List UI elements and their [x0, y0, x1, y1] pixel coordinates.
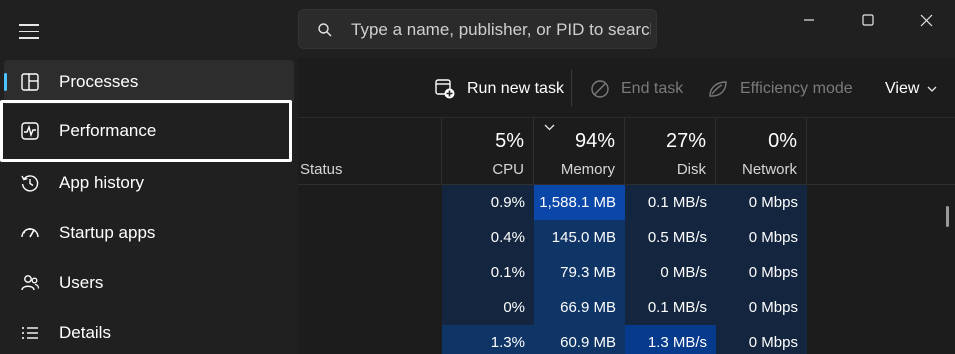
column-network-label: Network — [741, 161, 797, 178]
sidebar-item-label: Users — [59, 273, 104, 292]
cpu-cell: 0.1% — [442, 255, 534, 290]
close-icon — [920, 14, 932, 26]
end-task-label: End task — [621, 80, 684, 97]
disk-cell: 0.5 MB/s — [625, 220, 716, 255]
network-cell: 0 Mbps — [716, 290, 807, 325]
users-icon — [21, 275, 40, 291]
chevron-down-icon — [927, 86, 937, 92]
sidebar-item-label: Processes — [59, 72, 139, 91]
run-new-task-label: Run new task — [467, 80, 564, 97]
active-indicator — [4, 73, 7, 91]
table-row[interactable]: 0.4% 145.0 MB 0.5 MB/s 0 Mbps — [298, 220, 955, 255]
startup-apps-icon — [21, 228, 39, 238]
disk-total-percent: 27% — [665, 130, 706, 152]
memory-cell: 66.9 MB — [534, 290, 625, 325]
sidebar-item-users[interactable]: Users — [4, 261, 294, 305]
efficiency-mode-button[interactable]: Efficiency mode — [707, 75, 853, 103]
processes-panel: Run new task End task Efficiency mode Vi… — [298, 58, 955, 354]
table-row[interactable]: 0% 66.9 MB 0.1 MB/s 0 Mbps — [298, 290, 955, 325]
column-header-cpu[interactable]: 5% CPU — [442, 118, 534, 184]
column-memory-label: Memory — [560, 161, 615, 178]
view-label: View — [885, 80, 920, 97]
efficiency-leaf-icon — [709, 81, 727, 97]
sidebar-item-label: App history — [59, 173, 145, 192]
column-cpu-label: CPU — [492, 161, 524, 178]
network-cell: 0 Mbps — [716, 220, 807, 255]
column-status-label: Status — [300, 161, 343, 178]
disk-cell: 0 MB/s — [625, 255, 716, 290]
column-header-disk[interactable]: 27% Disk — [625, 118, 716, 184]
sidebar-item-label: Performance — [59, 121, 157, 140]
performance-icon — [21, 122, 39, 140]
column-header-status[interactable]: Status — [298, 118, 442, 184]
details-icon — [22, 327, 38, 339]
search-input[interactable] — [351, 18, 651, 42]
cpu-cell: 1.3% — [442, 325, 534, 354]
table-row[interactable]: 0.9% 1,588.1 MB 0.1 MB/s 0 Mbps — [298, 185, 955, 220]
disk-cell: 0.1 MB/s — [625, 290, 716, 325]
sidebar-item-app-history[interactable]: App history — [4, 161, 294, 205]
hamburger-menu-icon[interactable] — [19, 24, 39, 40]
run-new-task-button[interactable]: Run new task — [434, 75, 564, 103]
run-new-task-icon — [435, 79, 455, 99]
end-task-button[interactable]: End task — [590, 75, 683, 103]
table-row[interactable]: 1.3% 60.9 MB 1.3 MB/s 0 Mbps — [298, 325, 955, 354]
memory-total-percent: 94% — [574, 130, 615, 152]
sidebar: Processes Performance App history Startu… — [0, 0, 298, 354]
view-dropdown[interactable]: View — [885, 75, 948, 103]
sidebar-item-performance[interactable]: Performance — [0, 100, 292, 162]
sort-descending-icon — [544, 124, 555, 131]
end-task-icon — [591, 80, 609, 98]
efficiency-mode-label: Efficiency mode — [740, 80, 853, 97]
sidebar-item-details[interactable]: Details — [4, 311, 294, 354]
column-header-memory[interactable]: 94% Memory — [534, 118, 625, 184]
cpu-total-percent: 5% — [495, 130, 524, 152]
search-icon — [318, 23, 332, 37]
memory-cell: 60.9 MB — [534, 325, 625, 354]
memory-cell: 79.3 MB — [534, 255, 625, 290]
network-cell: 0 Mbps — [716, 185, 807, 220]
disk-cell: 1.3 MB/s — [625, 325, 716, 354]
maximize-button[interactable] — [845, 4, 891, 36]
disk-cell: 0.1 MB/s — [625, 185, 716, 220]
network-total-percent: 0% — [768, 130, 797, 152]
column-header-network[interactable]: 0% Network — [716, 118, 807, 184]
search-box[interactable] — [298, 9, 657, 49]
table-row[interactable]: 0.1% 79.3 MB 0 MB/s 0 Mbps — [298, 255, 955, 290]
cpu-cell: 0.4% — [442, 220, 534, 255]
network-cell: 0 Mbps — [716, 255, 807, 290]
minimize-icon — [804, 19, 814, 21]
memory-cell: 145.0 MB — [534, 220, 625, 255]
memory-cell: 1,588.1 MB — [534, 185, 625, 220]
vertical-scrollbar[interactable] — [946, 206, 949, 227]
sidebar-item-label: Details — [59, 323, 111, 342]
app-history-icon — [21, 175, 39, 192]
cpu-cell: 0.9% — [442, 185, 534, 220]
minimize-button[interactable] — [786, 4, 832, 36]
close-button[interactable] — [903, 4, 949, 36]
sidebar-item-processes[interactable]: Processes — [4, 60, 294, 104]
toolbar: Run new task End task Efficiency mode Vi… — [298, 58, 955, 118]
network-cell: 0 Mbps — [716, 325, 807, 354]
column-disk-label: Disk — [676, 161, 706, 178]
processes-icon — [21, 73, 39, 91]
sidebar-item-label: Startup apps — [59, 223, 156, 242]
toolbar-separator — [571, 70, 572, 106]
cpu-cell: 0% — [442, 290, 534, 325]
maximize-icon — [862, 14, 874, 26]
sidebar-item-startup-apps[interactable]: Startup apps — [4, 211, 294, 255]
